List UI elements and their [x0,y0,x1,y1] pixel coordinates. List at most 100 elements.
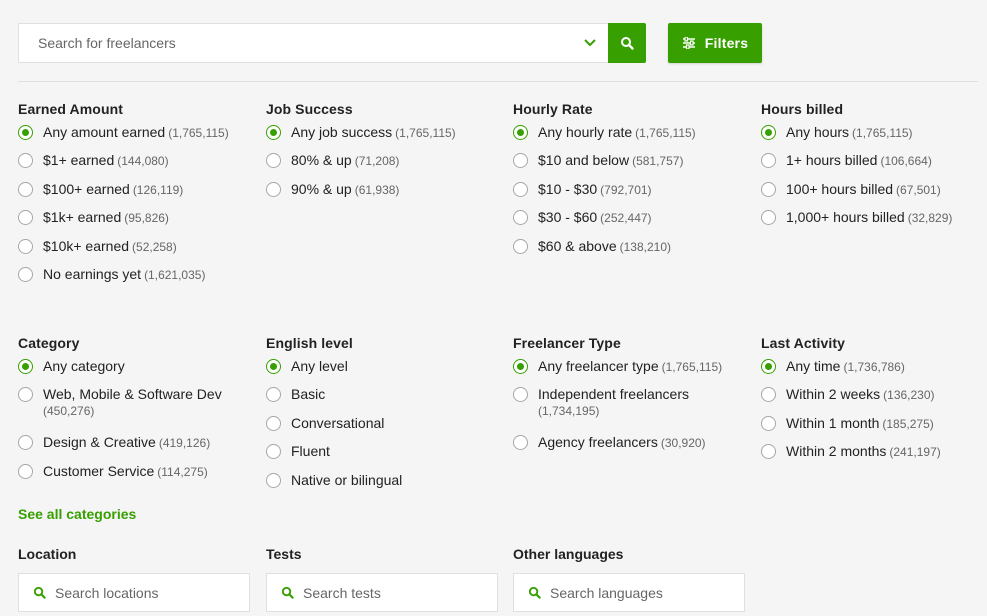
tests-search-input[interactable] [303,574,497,611]
job-success-option-90[interactable]: 90% & up (61,938) [266,180,506,208]
radio-selected[interactable] [18,359,33,374]
radio[interactable] [761,153,776,169]
earned-option-1k[interactable]: $1k+ earned (95,826) [18,208,258,236]
option-label: Any hours [786,124,850,140]
option-label: Within 2 months [786,443,887,460]
filters-button[interactable]: Filters [668,23,762,63]
job-success-option-80[interactable]: 80% & up (71,208) [266,151,506,179]
english-option-basic[interactable]: Basic [266,385,506,413]
search-button[interactable] [608,23,646,63]
option-label: $1+ earned [43,152,115,169]
radio[interactable] [761,387,776,403]
option-label: $60 & above [538,237,617,254]
radio[interactable] [513,210,528,226]
radio[interactable] [513,387,528,403]
type-option-agency[interactable]: Agency freelancers (30,920) [513,433,753,461]
radio-selected[interactable] [266,359,281,374]
search-input[interactable] [19,24,572,62]
radio[interactable] [266,387,281,403]
other-languages-title: Other languages [513,546,624,562]
location-search-input[interactable] [55,574,249,611]
earned-option-none[interactable]: No earnings yet (1,621,035) [18,265,258,293]
hours-billed-filter: Hours billed Any hours (1,765,115) 1+ hou… [761,99,983,237]
activity-option-any[interactable]: Any time (1,736,786) [761,357,983,385]
see-all-categories-link[interactable]: See all categories [18,505,136,523]
job-success-option-any[interactable]: Any job success (1,765,115) [266,123,506,151]
radio[interactable] [266,153,281,169]
radio[interactable] [18,463,33,479]
english-option-native[interactable]: Native or bilingual [266,471,506,499]
activity-option-2-months[interactable]: Within 2 months (241,197) [761,442,983,470]
radio[interactable] [513,153,528,169]
radio[interactable] [18,435,33,451]
radio[interactable] [513,435,528,451]
earned-amount-title: Earned Amount [18,101,124,117]
option-count: (32,829) [907,211,953,226]
option-count: (1,765,115) [168,126,229,140]
hourly-rate-title: Hourly Rate [513,101,593,117]
option-label: Basic [291,386,326,403]
type-option-any[interactable]: Any freelancer type (1,765,115) [513,357,753,385]
type-option-independent[interactable]: Independent freelancers (1,734,195) [513,385,753,433]
option-label: $10k+ earned [43,237,130,254]
option-count: (136,230) [883,388,935,403]
hourly-option-10-below[interactable]: $10 and below (581,757) [513,151,753,179]
english-option-fluent[interactable]: Fluent [266,442,506,470]
earned-option-100[interactable]: $100+ earned (126,119) [18,180,258,208]
radio[interactable] [18,153,33,169]
english-level-filter: English level Any level Basic Conversati… [266,333,506,499]
radio[interactable] [761,210,776,226]
activity-option-2-weeks[interactable]: Within 2 weeks (136,230) [761,385,983,413]
radio-selected[interactable] [266,125,281,140]
hours-option-1000[interactable]: 1,000+ hours billed (32,829) [761,208,983,236]
radio[interactable] [513,181,528,197]
radio[interactable] [18,181,33,197]
radio[interactable] [18,266,33,282]
radio[interactable] [18,238,33,254]
radio-selected[interactable] [513,125,528,140]
earned-option-1[interactable]: $1+ earned (144,080) [18,151,258,179]
languages-search-input[interactable] [550,574,744,611]
option-count: (106,664) [880,154,932,169]
activity-option-1-month[interactable]: Within 1 month (185,275) [761,414,983,442]
hourly-option-60-above[interactable]: $60 & above (138,210) [513,237,753,265]
chevron-down-icon[interactable] [572,24,608,62]
hours-option-1[interactable]: 1+ hours billed (106,664) [761,151,983,179]
earned-option-any[interactable]: Any amount earned (1,765,115) [18,123,258,151]
category-option-web-mobile[interactable]: Web, Mobile & Software Dev (450,276) [18,385,258,433]
radio[interactable] [761,181,776,197]
hourly-option-10-30[interactable]: $10 - $30 (792,701) [513,180,753,208]
option-count: (1,765,115) [395,126,456,140]
category-option-design[interactable]: Design & Creative (419,126) [18,433,258,461]
option-label: Web, Mobile & Software Dev [43,386,222,403]
radio-selected[interactable] [18,125,33,140]
hourly-option-30-60[interactable]: $30 - $60 (252,447) [513,208,753,236]
option-label: Native or bilingual [291,471,403,488]
radio[interactable] [266,415,281,431]
radio[interactable] [266,444,281,460]
option-label: Any time [786,358,841,374]
english-option-any[interactable]: Any level [266,357,506,385]
hours-option-any[interactable]: Any hours (1,765,115) [761,123,983,151]
radio[interactable] [761,444,776,460]
radio[interactable] [513,238,528,254]
radio-selected[interactable] [513,359,528,374]
english-option-conversational[interactable]: Conversational [266,414,506,442]
hours-option-100[interactable]: 100+ hours billed (67,501) [761,180,983,208]
radio[interactable] [266,181,281,197]
radio-selected[interactable] [761,359,776,374]
option-count: (1,765,115) [661,360,723,374]
radio[interactable] [18,387,33,403]
category-title: Category [18,335,80,351]
tests-filter: Tests [266,545,498,612]
category-option-any[interactable]: Any category [18,357,258,385]
radio[interactable] [761,415,776,431]
earned-amount-filter: Earned Amount Any amount earned (1,765,11… [18,99,258,293]
earned-option-10k[interactable]: $10k+ earned (52,258) [18,237,258,265]
option-label: $100+ earned [43,180,130,197]
category-option-customer-service[interactable]: Customer Service (114,275) [18,462,258,490]
radio[interactable] [18,210,33,226]
radio[interactable] [266,472,281,488]
radio-selected[interactable] [761,125,776,140]
hourly-option-any[interactable]: Any hourly rate (1,765,115) [513,123,753,151]
